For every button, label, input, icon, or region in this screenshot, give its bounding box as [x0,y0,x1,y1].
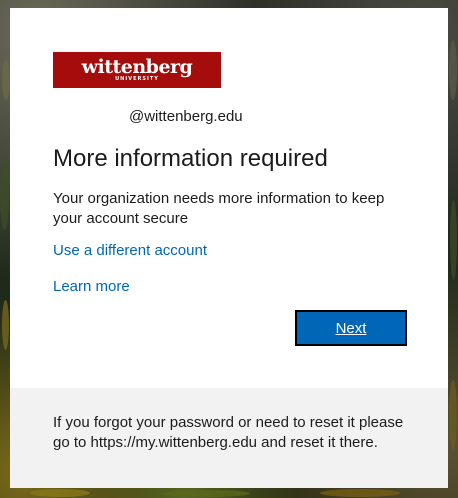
logo-wordmark: wittenberg [81,56,193,78]
background-speck [0,160,9,230]
logo-subtitle: UNIVERSITY [115,76,159,82]
learn-more-link[interactable]: Learn more [53,278,130,295]
use-different-account-link[interactable]: Use a different account [53,242,207,259]
page-description: Your organization needs more information… [53,190,385,227]
account-identity: @wittenberg.edu [53,108,243,125]
background-speck [30,489,90,497]
background-speck [320,489,400,497]
background-speck [2,60,10,100]
background-speck [450,200,457,280]
background-speck [449,380,457,450]
redacted-username [53,109,129,121]
account-email-domain: @wittenberg.edu [129,108,243,125]
sign-in-card: wittenberg UNIVERSITY @wittenberg.edu Mo… [10,8,448,488]
password-reset-notice: If you forgot your password or need to r… [53,414,404,451]
wittenberg-logo: wittenberg UNIVERSITY [53,52,221,88]
background-speck [160,490,250,497]
footer-panel: If you forgot your password or need to r… [10,388,448,488]
page-title: More information required [53,145,328,172]
next-button[interactable]: Next [295,310,407,346]
background-speck [2,300,9,350]
background-speck [449,40,457,100]
